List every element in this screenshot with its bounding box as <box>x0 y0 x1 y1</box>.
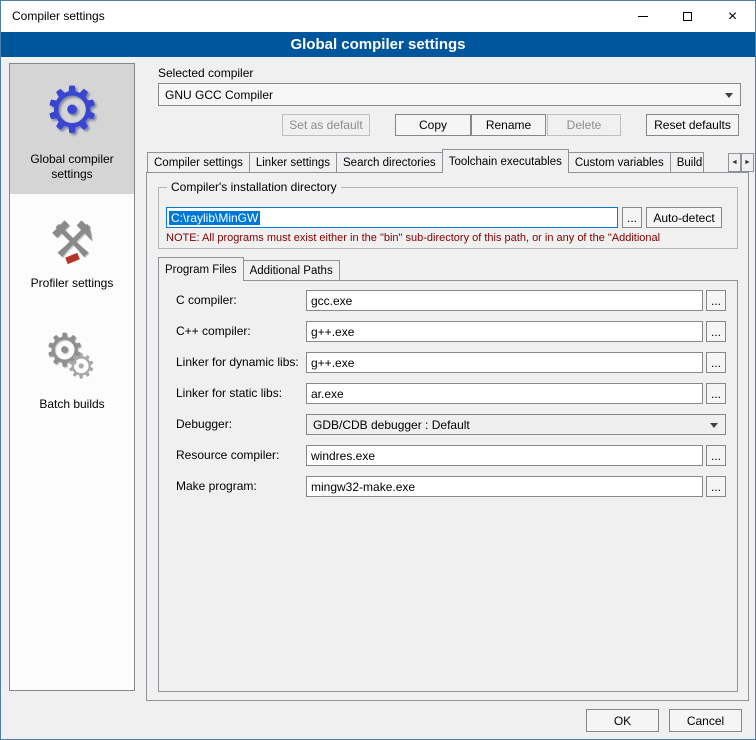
maximize-icon <box>683 12 692 21</box>
c-compiler-browse-button[interactable]: ... <box>706 290 726 311</box>
reset-defaults-label: Reset defaults <box>654 118 731 132</box>
browse-ellipsis-label: ... <box>711 387 721 401</box>
selected-compiler-label: Selected compiler <box>158 66 253 80</box>
tab-custom-variables[interactable]: Custom variables <box>568 152 671 172</box>
compiler-settings-window: Compiler settings × Global compiler sett… <box>0 0 756 740</box>
resource-compiler-label: Resource compiler: <box>176 448 279 462</box>
make-program-browse-button[interactable]: ... <box>706 476 726 497</box>
sidebar-item-label: Batch builds <box>39 397 104 412</box>
tab-build-options[interactable]: Build <box>670 152 704 172</box>
static-linker-label: Linker for static libs: <box>176 386 282 400</box>
tab-linker-settings[interactable]: Linker settings <box>249 152 337 172</box>
gear-glyph-small: ⚙ <box>66 347 96 387</box>
dialog-header-title: Global compiler settings <box>290 36 465 53</box>
browse-ellipsis-label: ... <box>711 449 721 463</box>
arrow-right-icon: ► <box>744 159 751 166</box>
cancel-button[interactable]: Cancel <box>669 709 742 732</box>
auto-detect-button[interactable]: Auto-detect <box>646 207 722 228</box>
c-compiler-label: C compiler: <box>176 293 237 307</box>
cpp-compiler-label: C++ compiler: <box>176 324 251 338</box>
chevron-down-icon <box>725 93 733 98</box>
program-files-tab-bar: Program Files Additional Paths <box>158 258 340 280</box>
dynamic-linker-input[interactable]: g++.exe <box>306 352 703 373</box>
static-linker-value: ar.exe <box>311 387 344 401</box>
close-icon: × <box>728 9 737 25</box>
main-tab-bar: Compiler settings Linker settings Search… <box>147 150 704 172</box>
selected-compiler-combobox[interactable]: GNU GCC Compiler <box>158 83 741 106</box>
dynamic-linker-label: Linker for dynamic libs: <box>176 355 299 369</box>
gear-icon: ⚙ <box>43 74 100 146</box>
rename-button[interactable]: Rename <box>471 114 546 136</box>
selected-compiler-value: GNU GCC Compiler <box>165 88 273 102</box>
debugger-value: GDB/CDB debugger : Default <box>313 418 470 432</box>
make-program-label: Make program: <box>176 479 257 493</box>
subtab-program-files[interactable]: Program Files <box>158 257 244 281</box>
delete-button[interactable]: Delete <box>547 114 621 136</box>
c-compiler-input[interactable]: gcc.exe <box>306 290 703 311</box>
sidebar-item-profiler-settings[interactable]: ⚒ Profiler settings <box>10 194 134 303</box>
chevron-down-icon <box>710 423 718 428</box>
install-dir-browse-button[interactable]: ... <box>622 207 642 228</box>
resource-compiler-value: windres.exe <box>311 449 375 463</box>
debugger-label: Debugger: <box>176 417 232 431</box>
close-button[interactable]: × <box>710 1 755 32</box>
make-program-input[interactable]: mingw32-make.exe <box>306 476 703 497</box>
browse-ellipsis-label: ... <box>627 211 637 225</box>
resource-compiler-browse-button[interactable]: ... <box>706 445 726 466</box>
cpp-compiler-value: g++.exe <box>311 325 354 339</box>
tab-compiler-settings[interactable]: Compiler settings <box>147 152 250 172</box>
bin-subdirectory-note: NOTE: All programs must exist either in … <box>166 232 736 244</box>
dialog-header: Global compiler settings <box>1 32 755 57</box>
installation-directory-group-label: Compiler's installation directory <box>167 180 341 194</box>
resource-compiler-input[interactable]: windres.exe <box>306 445 703 466</box>
maximize-button[interactable] <box>665 1 710 32</box>
browse-ellipsis-label: ... <box>711 356 721 370</box>
title-bar: Compiler settings × <box>1 1 755 32</box>
set-as-default-label: Set as default <box>289 118 362 132</box>
dynamic-linker-browse-button[interactable]: ... <box>706 352 726 373</box>
window-title: Compiler settings <box>12 1 105 32</box>
tab-search-directories[interactable]: Search directories <box>336 152 443 172</box>
subtab-additional-paths[interactable]: Additional Paths <box>243 260 340 280</box>
arrow-left-icon: ◄ <box>731 159 738 166</box>
browse-ellipsis-label: ... <box>711 294 721 308</box>
copy-button[interactable]: Copy <box>395 114 471 136</box>
install-dir-selected-text: C:\raylib\MinGW <box>169 211 260 225</box>
sidebar-item-batch-builds[interactable]: ⚙ ⚙ Batch builds <box>10 303 134 424</box>
rename-label: Rename <box>486 118 531 132</box>
profiler-tools-icon: ⚒ <box>50 210 95 270</box>
tab-scroll-right-button[interactable]: ► <box>741 153 754 172</box>
sidebar-item-label: Global compiler settings <box>14 152 130 182</box>
tab-toolchain-executables[interactable]: Toolchain executables <box>442 149 569 173</box>
minimize-button[interactable] <box>620 1 665 32</box>
sidebar-item-label: Profiler settings <box>31 276 114 291</box>
browse-ellipsis-label: ... <box>711 480 721 494</box>
copy-label: Copy <box>419 118 447 132</box>
make-program-value: mingw32-make.exe <box>311 480 415 494</box>
auto-detect-label: Auto-detect <box>653 211 714 225</box>
settings-category-list: ⚙ Global compiler settings ⚒ Profiler se… <box>9 63 135 691</box>
cancel-label: Cancel <box>687 714 724 728</box>
ok-button[interactable]: OK <box>586 709 659 732</box>
tab-scroll-left-button[interactable]: ◄ <box>728 153 741 172</box>
dynamic-linker-value: g++.exe <box>311 356 354 370</box>
minimize-icon <box>638 16 648 17</box>
delete-label: Delete <box>567 118 602 132</box>
c-compiler-value: gcc.exe <box>311 294 352 308</box>
cpp-compiler-input[interactable]: g++.exe <box>306 321 703 342</box>
static-linker-input[interactable]: ar.exe <box>306 383 703 404</box>
gear-glyph: ⚙ <box>43 74 100 146</box>
ok-label: OK <box>614 714 631 728</box>
browse-ellipsis-label: ... <box>711 325 721 339</box>
set-as-default-button[interactable]: Set as default <box>282 114 370 136</box>
debugger-combobox[interactable]: GDB/CDB debugger : Default <box>306 414 726 435</box>
reset-defaults-button[interactable]: Reset defaults <box>646 114 739 136</box>
sidebar-item-global-compiler-settings[interactable]: ⚙ Global compiler settings <box>10 64 134 194</box>
cpp-compiler-browse-button[interactable]: ... <box>706 321 726 342</box>
static-linker-browse-button[interactable]: ... <box>706 383 726 404</box>
stacked-gears-icon: ⚙ ⚙ <box>40 329 104 391</box>
install-dir-input[interactable]: C:\raylib\MinGW <box>166 207 618 228</box>
